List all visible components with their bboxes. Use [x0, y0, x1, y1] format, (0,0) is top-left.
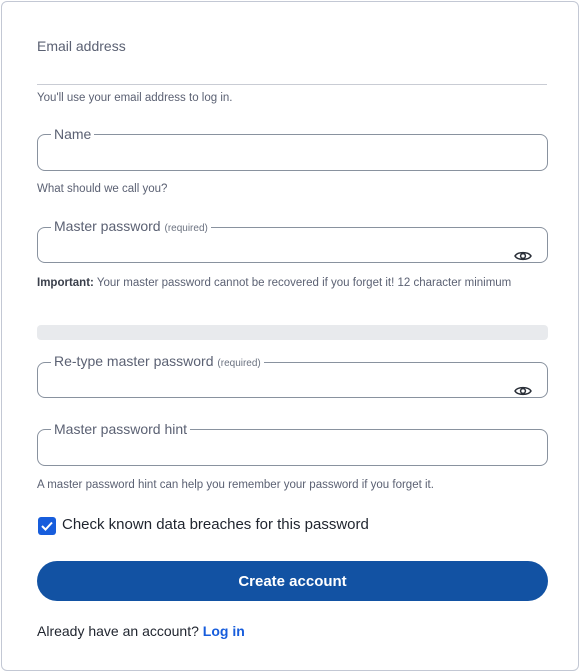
password-hint-label: Master password hint — [54, 421, 188, 437]
password-strength-meter — [37, 325, 548, 340]
eye-icon — [514, 386, 532, 396]
login-prompt: Already have an account? Log in — [37, 623, 245, 639]
name-field: Name — [37, 126, 548, 175]
register-form-card: Email address You'll use your email addr… — [1, 1, 579, 671]
name-hint: What should we call you? — [37, 183, 168, 195]
master-password-label: Master password (required) — [54, 218, 208, 234]
name-input[interactable] — [50, 147, 510, 175]
master-password-warning: Important: Your master password cannot b… — [37, 277, 512, 289]
email-input[interactable] — [37, 58, 547, 82]
email-label: Email address — [37, 38, 126, 54]
toggle-retype-visibility-button[interactable] — [513, 381, 533, 401]
breach-check-label[interactable]: Check known data breaches for this passw… — [62, 516, 369, 533]
breach-check-checkbox[interactable] — [38, 517, 56, 535]
email-underline — [37, 84, 547, 85]
retype-password-field: Re-type master password (required) — [37, 353, 548, 405]
create-account-button[interactable]: Create account — [37, 561, 548, 601]
login-link[interactable]: Log in — [203, 623, 245, 639]
master-password-input[interactable] — [50, 242, 510, 270]
name-label: Name — [54, 126, 92, 142]
retype-password-label: Re-type master password (required) — [54, 353, 261, 369]
required-tag: (required) — [217, 358, 261, 369]
checkmark-icon — [41, 521, 53, 531]
password-hint-help: A master password hint can help you reme… — [37, 479, 434, 491]
retype-password-input[interactable] — [50, 377, 510, 405]
email-hint: You'll use your email address to log in. — [37, 92, 233, 104]
password-hint-field: Master password hint — [37, 421, 548, 470]
password-hint-input[interactable] — [50, 442, 510, 470]
toggle-password-visibility-button[interactable] — [513, 246, 533, 266]
master-password-field: Master password (required) — [37, 218, 548, 270]
eye-icon — [514, 251, 532, 261]
required-tag: (required) — [164, 223, 208, 234]
